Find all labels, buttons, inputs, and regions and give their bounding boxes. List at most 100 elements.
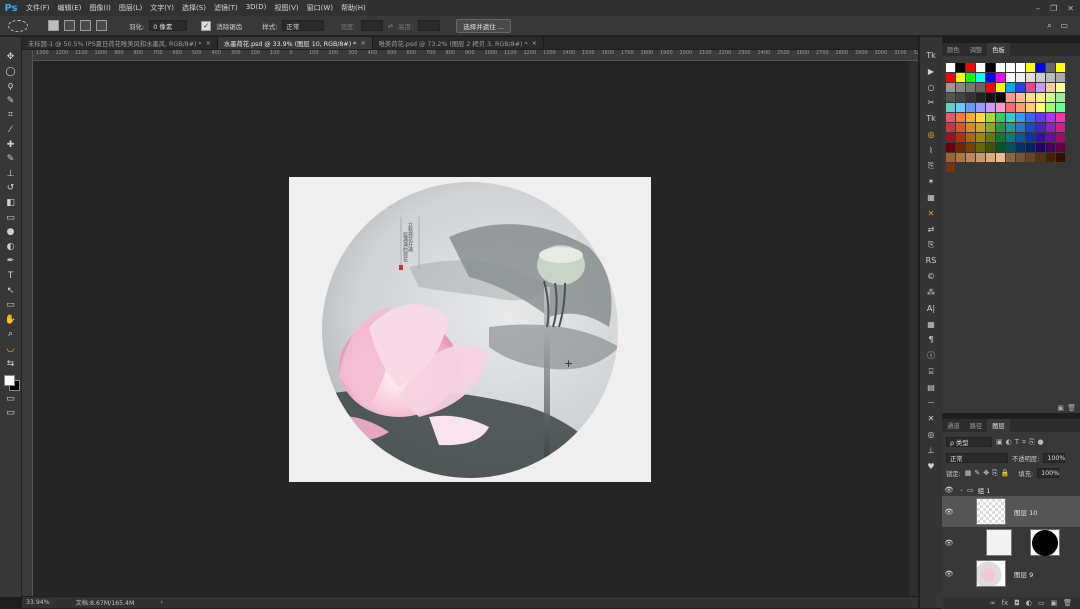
brush-panel-icon[interactable]: ⌇	[924, 144, 938, 157]
tab-close-icon[interactable]: ×	[532, 40, 537, 47]
color-swatch[interactable]	[1006, 143, 1015, 152]
new-swatch-icon[interactable]: ▣	[1057, 404, 1064, 412]
color-swatch[interactable]	[1026, 103, 1035, 112]
filter-icons[interactable]: ▣◐T⌗⎘●	[996, 438, 1047, 447]
fx-icon[interactable]: fx	[1002, 599, 1009, 607]
color-swatch[interactable]	[986, 73, 995, 82]
menu-item[interactable]: 帮助(H)	[337, 3, 370, 13]
color-swatch[interactable]	[1056, 83, 1065, 92]
document-tab[interactable]: 水墨荷花.psd @ 33.9% (图层 10, RGB/8#) * ×	[217, 37, 373, 49]
menu-item[interactable]: 3D(D)	[242, 3, 271, 13]
tab-channels[interactable]: 通道	[942, 419, 965, 432]
color-swatch[interactable]	[1026, 63, 1035, 72]
zoom-level[interactable]: 33.94%	[26, 599, 50, 606]
color-swatch[interactable]	[1016, 103, 1025, 112]
delete-layer-icon[interactable]: 🗑	[1063, 599, 1072, 607]
properties-icon[interactable]: ⌸	[924, 365, 938, 378]
fill-input[interactable]: 100%	[1037, 468, 1059, 478]
gear-icon[interactable]: ✶	[924, 175, 938, 188]
color-swatch[interactable]	[996, 103, 1005, 112]
marquee-tool-icon[interactable]: ◯	[3, 66, 18, 78]
shape-tool-icon[interactable]: ▭	[3, 299, 18, 311]
color-swatch[interactable]	[966, 113, 975, 122]
layer-thumbnail[interactable]	[976, 498, 1006, 525]
tab-swatches[interactable]: 色板	[987, 43, 1010, 56]
color-swatch[interactable]	[966, 83, 975, 92]
color-swatch[interactable]	[1056, 133, 1065, 142]
color-swatch[interactable]	[996, 143, 1005, 152]
tab-paths[interactable]: 路径	[965, 419, 988, 432]
color-swatch[interactable]	[946, 63, 955, 72]
color-swatch[interactable]	[1036, 123, 1045, 132]
tab-adjustments[interactable]: 调整	[965, 43, 988, 56]
color-swatch[interactable]	[946, 73, 955, 82]
color-swatch[interactable]	[1026, 83, 1035, 92]
cc-icon[interactable]: ©	[924, 270, 938, 283]
grid-icon[interactable]: ▦	[924, 318, 938, 331]
tools-icon[interactable]: ✂	[924, 96, 938, 109]
color-swatch[interactable]	[1026, 133, 1035, 142]
color-swatch[interactable]	[1036, 83, 1045, 92]
screen-mode-icon[interactable]: ▭	[3, 407, 18, 419]
color-swatch[interactable]	[986, 83, 995, 92]
color-swatch[interactable]	[1056, 143, 1065, 152]
visibility-eye-icon[interactable]: 👁	[942, 570, 956, 578]
color-swatch[interactable]	[1056, 63, 1065, 72]
layer-row-image[interactable]: 👁 图层 9	[942, 558, 1080, 589]
layer-name[interactable]: 图层 9	[1014, 569, 1033, 579]
color-swatch[interactable]	[956, 133, 965, 142]
color-swatch[interactable]	[1036, 103, 1045, 112]
menu-item[interactable]: 滤镜(T)	[210, 3, 242, 13]
opacity-input[interactable]: 100%	[1043, 453, 1065, 463]
color-swatch[interactable]	[1036, 93, 1045, 102]
menu-item[interactable]: 图层(L)	[115, 3, 146, 13]
color-swatch[interactable]	[946, 133, 955, 142]
notes-icon[interactable]: ▤	[924, 381, 938, 394]
color-swatch[interactable]	[996, 123, 1005, 132]
info-icon[interactable]: ⓘ	[924, 349, 938, 362]
color-swatch[interactable]	[976, 73, 985, 82]
color-swatch[interactable]	[1016, 83, 1025, 92]
marquee-tool-preset-icon[interactable]	[8, 19, 28, 32]
expand-chevron-icon[interactable]: ⌄	[959, 486, 964, 493]
color-swatch[interactable]	[976, 143, 985, 152]
color-swatch[interactable]	[996, 113, 1005, 122]
delete-swatch-icon[interactable]: 🗑	[1067, 404, 1076, 412]
color-swatch[interactable]	[1006, 133, 1015, 142]
character-icon[interactable]: ⁂	[924, 286, 938, 299]
path-select-icon[interactable]: ↖	[3, 285, 18, 297]
hand-tool-icon[interactable]: ✋	[3, 314, 18, 326]
color-swatch[interactable]	[1036, 113, 1045, 122]
adjustment-layer-icon[interactable]: ◐	[1026, 599, 1032, 607]
layer-group-row[interactable]: 👁 ⌄ ▭ 组 1	[942, 483, 1080, 496]
color-swatch[interactable]	[946, 103, 955, 112]
color-swatch[interactable]	[976, 83, 985, 92]
color-swatch[interactable]	[976, 113, 985, 122]
color-swatch[interactable]	[996, 83, 1005, 92]
search-icon[interactable]: ⌕	[1047, 21, 1052, 31]
crossed-tools-icon[interactable]: ✕	[924, 207, 938, 220]
menu-item[interactable]: 选择(S)	[178, 3, 210, 13]
color-swatch[interactable]	[976, 103, 985, 112]
history-brush-icon[interactable]: ↺	[3, 182, 18, 194]
quick-mask-icon[interactable]: ▭	[3, 393, 18, 405]
color-swatch[interactable]	[1026, 93, 1035, 102]
color-swatch[interactable]	[1046, 123, 1055, 132]
color-swatch[interactable]	[956, 153, 965, 162]
color-swatch[interactable]	[1006, 63, 1015, 72]
type-tool-icon[interactable]: T	[3, 270, 18, 282]
cross-icon[interactable]: ✕	[924, 412, 938, 425]
tab-color[interactable]: 颜色	[942, 43, 965, 56]
document-tab[interactable]: 唯美荷花.psd @ 73.2% (图层 2 拷贝 3, RGB/8#) * ×	[372, 37, 544, 49]
color-wheel-icon[interactable]: ◎	[924, 128, 938, 141]
color-swatch[interactable]	[976, 63, 985, 72]
width-input[interactable]	[360, 20, 383, 31]
color-swatch[interactable]	[956, 83, 965, 92]
color-swatch[interactable]	[946, 143, 955, 152]
layer-mask-thumbnail[interactable]	[1030, 529, 1060, 556]
color-swatch[interactable]	[986, 143, 995, 152]
color-swatch[interactable]	[1046, 103, 1055, 112]
color-swatch[interactable]	[1046, 133, 1055, 142]
rs-icon[interactable]: RS	[924, 254, 938, 267]
color-swatch[interactable]	[946, 123, 955, 132]
